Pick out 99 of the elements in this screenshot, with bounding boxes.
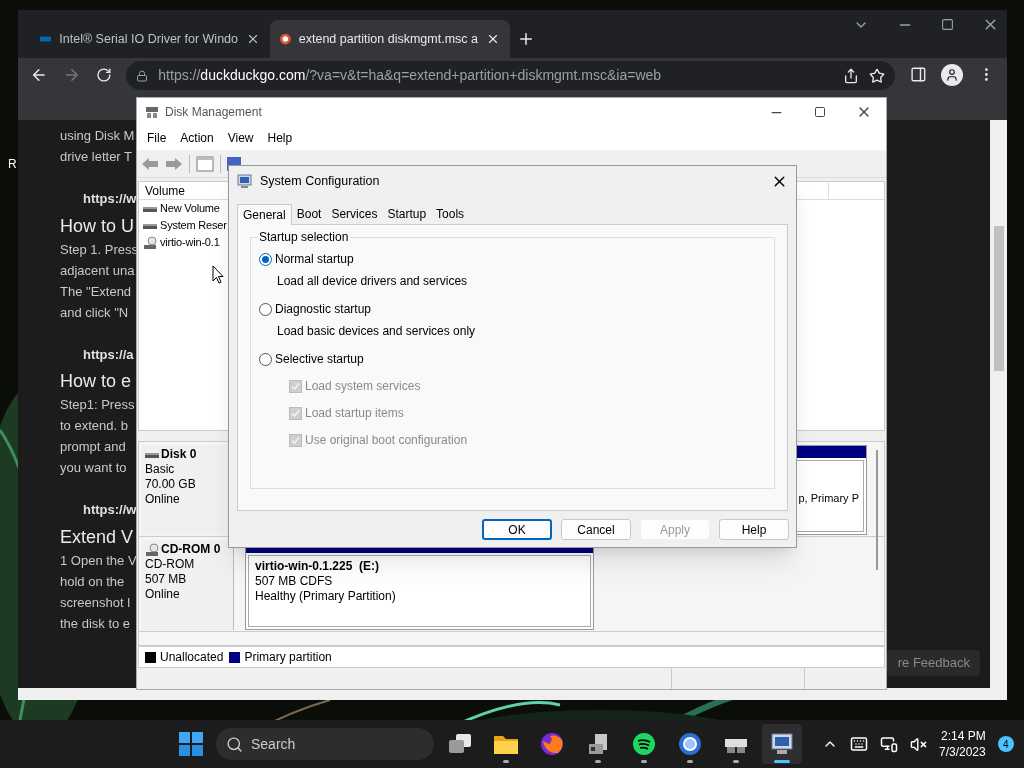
menu-item[interactable]: Action [175, 129, 219, 147]
notification-badge[interactable]: 4 [997, 736, 1014, 752]
volume-name: System Reser [160, 218, 227, 234]
address-bar[interactable]: https://duckduckgo.com/?va=v&t=ha&q=extend+partition+diskmgmt.msc&ia=web [126, 61, 895, 90]
folder-icon [493, 733, 519, 755]
mouse-pointer-icon [212, 265, 224, 284]
partition-title: virtio-win-0.1.225 (E:) [255, 559, 381, 574]
back-icon[interactable] [30, 66, 48, 84]
volume-row[interactable]: System Reser [139, 217, 227, 234]
option-description: Load basic devices and services only [276, 323, 477, 340]
dialog-button[interactable]: OK [482, 519, 552, 540]
site-icon [40, 36, 52, 42]
search-placeholder: Search [251, 734, 296, 754]
radio-button[interactable] [259, 302, 272, 316]
four-squares-icon [179, 732, 203, 756]
maximize-icon[interactable] [814, 106, 826, 118]
drive-icon [145, 450, 159, 459]
disk-size: 70.00 GB [145, 477, 197, 492]
clock-time: 2:14 PM [941, 728, 986, 744]
group-title: Startup selection [257, 230, 351, 244]
profile-icon[interactable] [941, 64, 964, 86]
browser-tab[interactable]: extend partition diskmgmt.msc a [270, 20, 510, 58]
volume-row[interactable]: New Volume [139, 200, 220, 217]
feedback-button[interactable]: re Feedback [887, 650, 980, 676]
disk-name: CD-ROM 0 [161, 542, 221, 557]
vertical-scrollbar[interactable] [990, 120, 1007, 688]
disk-size: 507 MB [145, 572, 188, 587]
clock-date: 7/3/2023 [939, 744, 986, 760]
star-icon[interactable] [868, 67, 885, 84]
radio-button[interactable] [259, 252, 272, 266]
option-description: Load all device drivers and services [276, 273, 469, 290]
drive-icon [143, 221, 157, 230]
drive-icon [143, 204, 157, 213]
clock[interactable]: 2:14 PM 7/3/2023 [939, 728, 986, 760]
network-icon[interactable] [880, 735, 898, 753]
result-heading: How to e [60, 370, 132, 393]
disk-label[interactable]: CD-ROM 0 CD-ROM 507 MB Online [142, 540, 234, 630]
server-icon [586, 732, 610, 756]
window-title: Disk Management [165, 104, 263, 121]
cd-drive-icon [145, 542, 159, 557]
result-heading: How to U [60, 214, 135, 238]
reload-icon[interactable] [95, 67, 112, 83]
result-link[interactable]: https://w [83, 189, 137, 209]
result-link[interactable]: https://a [83, 344, 134, 364]
fox-globe-icon [540, 732, 564, 756]
volume-name: virtio-win-0.1 [160, 235, 220, 251]
close-icon[interactable] [246, 32, 260, 46]
disk-type: Basic [145, 462, 176, 477]
result-snippet: Step1: Press to extend. b prompt and you want to [60, 396, 135, 477]
monitor-icon [770, 732, 794, 756]
search-box[interactable]: Search [216, 728, 434, 760]
menu-item[interactable]: Help [262, 129, 298, 147]
muted-speaker-icon[interactable] [910, 735, 927, 753]
url-text: https://duckduckgo.com/?va=v&t=ha&q=extend+partition+diskmgmt.msc&ia=web [158, 66, 663, 85]
dialog-button[interactable]: Help [719, 519, 789, 540]
stacked-windows-icon [448, 733, 472, 755]
plus-icon [517, 30, 535, 48]
keyboard-icon[interactable] [850, 735, 868, 753]
volume-name: New Volume [160, 201, 220, 217]
legend-label: Primary partition [244, 649, 332, 666]
share-icon[interactable] [842, 67, 859, 84]
ring-circle-icon [678, 732, 702, 756]
result-heading: Extend V [60, 525, 134, 549]
taskbar-button[interactable] [762, 724, 802, 764]
desktop-icon-label[interactable]: R [8, 155, 17, 173]
dialog-button[interactable]: Cancel [561, 519, 631, 540]
lock-icon [136, 69, 149, 82]
disk-name: Disk 0 [161, 447, 197, 462]
config-app-icon [237, 173, 252, 189]
dialog-tab[interactable]: General [237, 204, 292, 225]
menu-item[interactable]: File [142, 129, 172, 147]
volume-row[interactable]: virtio-win-0.1 [139, 234, 220, 251]
sound-waves-icon [632, 732, 656, 756]
result-snippet: using Disk M drive letter T [60, 127, 135, 166]
tab-title: extend partition diskmgmt.msc a [298, 30, 478, 48]
partition-detail: 507 MB CDFS [255, 574, 334, 589]
radio-option[interactable]: Normal startup [259, 250, 766, 268]
radio-option[interactable]: Selective startup [259, 350, 766, 368]
scrollbar-thumb[interactable] [876, 450, 878, 570]
disk-status: Online [145, 492, 181, 507]
radio-option[interactable]: Diagnostic startup [259, 300, 766, 318]
maximize-icon[interactable] [941, 18, 954, 31]
cd-drive-icon [143, 235, 157, 250]
result-snippet: 1 Open the V hold on the screenshot l the disk to e [60, 551, 137, 633]
tab-title: Intel® Serial IO Driver for Windo [59, 30, 238, 48]
close-icon[interactable] [486, 32, 500, 46]
side-panel-icon[interactable] [909, 66, 927, 83]
disk-type: CD-ROM [145, 557, 196, 572]
disk-status: Online [145, 587, 181, 602]
legend-label: Unallocated [160, 649, 224, 666]
partition-detail: Healthy (Primary Partition) [255, 589, 397, 604]
disk-app-icon [145, 105, 159, 119]
menu-item[interactable]: View [222, 129, 259, 147]
search-icon [226, 735, 243, 753]
result-link[interactable]: https://w [83, 500, 137, 520]
browser-tab[interactable]: Intel® Serial IO Driver for Windo [30, 20, 270, 58]
radio-button[interactable] [259, 352, 272, 366]
site-icon [280, 31, 291, 47]
partition-detail: p, Primary P [798, 491, 859, 506]
